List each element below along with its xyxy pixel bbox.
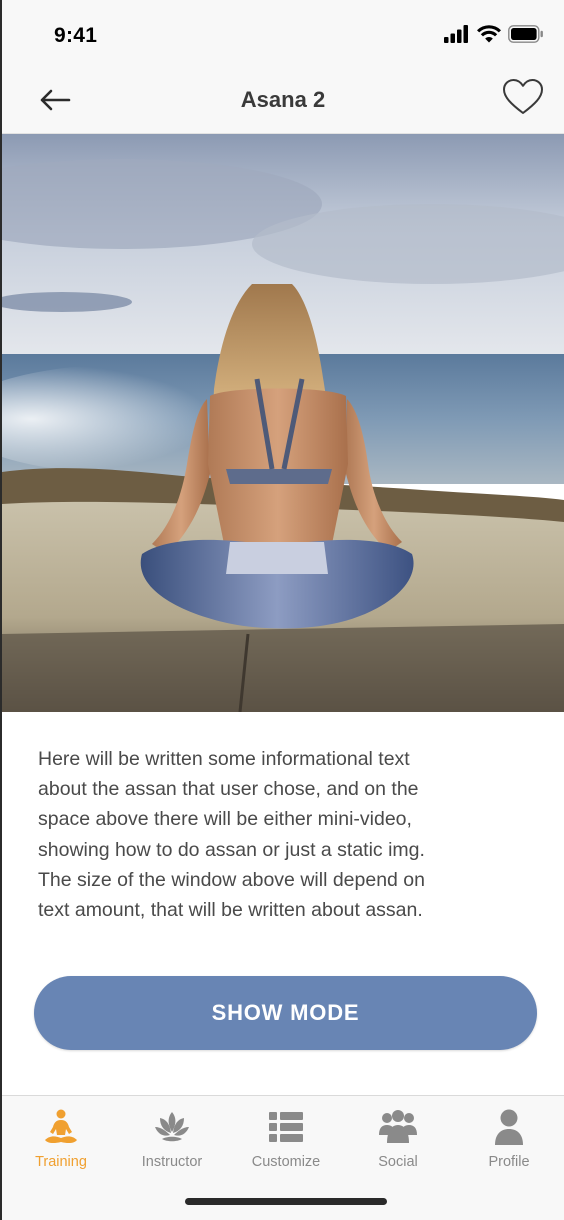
list-icon [266, 1108, 306, 1146]
heart-outline-icon [502, 78, 544, 121]
description-line: text amount, that will be written about … [38, 899, 423, 922]
asana-description: Here will be written some informational … [38, 744, 538, 925]
person-icon [489, 1108, 529, 1146]
tab-label: Profile [488, 1154, 530, 1170]
tab-social[interactable]: Social [343, 1108, 453, 1178]
tab-training[interactable]: Training [6, 1108, 116, 1178]
phone-screen: 9:41 Asana 2 Here will be written some i… [0, 0, 564, 1220]
lotus-icon [152, 1108, 192, 1146]
tab-label: Instructor [141, 1154, 203, 1170]
description-line: about the assan that user chose, and on … [38, 778, 419, 801]
description-line: Here will be written some informational … [38, 748, 410, 770]
tab-label: Social [378, 1154, 418, 1170]
tab-instructor[interactable]: Instructor [117, 1108, 227, 1178]
group-icon [378, 1108, 418, 1146]
battery-icon [508, 24, 544, 48]
description-line: The size of the window above will depend… [38, 868, 425, 891]
description-line: space above there will be either mini-vi… [38, 808, 412, 831]
tab-label: Customize [251, 1154, 321, 1170]
show-mode-button[interactable]: SHOW MODE [34, 976, 537, 1050]
status-time: 9:41 [54, 24, 98, 47]
wifi-icon [477, 24, 501, 48]
meditation-icon [41, 1108, 81, 1146]
tab-profile[interactable]: Profile [454, 1108, 564, 1178]
description-line: showing how to do assan or just a static… [38, 838, 425, 861]
nav-header: Asana 2 [2, 70, 564, 134]
home-indicator[interactable] [185, 1198, 387, 1205]
tab-customize[interactable]: Customize [231, 1108, 341, 1178]
page-title: Asana 2 [240, 87, 326, 112]
status-bar: 9:41 [2, 0, 564, 70]
tab-label: Training [35, 1154, 87, 1170]
asana-image [2, 134, 564, 712]
cellular-signal-icon [444, 24, 470, 48]
status-icons [444, 24, 544, 48]
favorite-button[interactable] [500, 78, 546, 120]
